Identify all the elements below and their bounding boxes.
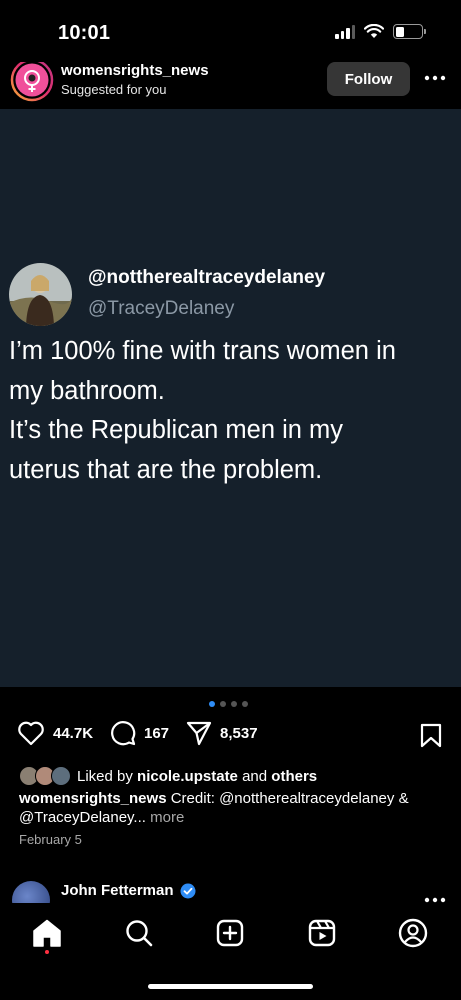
follow-button[interactable]: Follow [327,62,410,96]
search-icon [126,920,153,947]
battery-icon [393,24,426,39]
comment-icon [111,721,136,746]
avatar[interactable] [10,62,54,102]
status-bar: 10:01 [0,0,461,68]
like-button[interactable]: 44.7K [17,720,93,746]
liked-avatars [19,766,73,786]
status-icons [335,24,426,39]
tweet-handle: @TraceyDelaney [88,298,235,319]
carousel-dot [231,701,237,707]
comment-count: 167 [144,724,170,742]
nav-create[interactable] [214,917,246,949]
nav-search[interactable] [123,917,155,949]
status-time: 10:01 [58,22,111,44]
comment-button[interactable]: 167 [110,720,169,746]
caption-username[interactable]: womensrights_news [19,790,167,807]
liked-and: and [242,767,268,785]
next-post-header: John Fetterman [0,878,461,904]
next-post-username[interactable]: John Fetterman [61,882,174,899]
tweet-line: It’s the Republican men in my [9,416,344,444]
home-indicator [148,984,313,989]
post-header: womensrights_news Suggested for you Foll… [0,62,461,108]
liked-others[interactable]: others [271,768,317,785]
action-bar: 44.7K 167 8,537 [0,720,461,754]
nav-profile[interactable] [397,917,429,949]
verified-badge-icon [180,883,196,898]
tweet-line: I’m 100% fine with trans women in [9,337,396,365]
tweet-avatar [9,263,72,326]
avatar[interactable] [12,881,50,904]
tweet-text: I’m 100% fine with trans women in my bat… [9,332,461,490]
suggested-label: Suggested for you [61,82,167,97]
tweet-line: uterus that are the problem. [9,455,323,484]
carousel-indicator [209,701,248,707]
like-count: 44.7K [53,724,94,742]
notification-dot [45,950,49,954]
create-icon [216,919,244,947]
post-media[interactable]: @nottherealtraceydelaney @TraceyDelaney … [0,109,461,687]
share-button[interactable]: 8,537 [186,720,258,746]
share-count: 8,537 [220,724,258,742]
cellular-signal-icon [335,24,355,39]
post-username[interactable]: womensrights_news [61,62,209,79]
tweet-display-name: @nottherealtraceydelaney [88,267,326,288]
carousel-dot [220,701,226,707]
send-icon [186,721,212,746]
tweet-line: my bathroom. [9,376,165,405]
more-horizontal-icon[interactable] [424,72,446,84]
liked-prefix: Liked by [77,767,133,785]
carousel-dot [209,701,215,707]
post-date: February 5 [19,832,82,847]
nav-home[interactable] [31,917,63,949]
wifi-icon [364,24,384,38]
caption-more-link[interactable]: more [150,809,184,826]
nav-reels[interactable] [306,917,338,949]
reels-icon [308,919,336,947]
liked-user[interactable]: nicole.upstate [137,768,238,785]
profile-icon [398,918,428,948]
next-post-username-row[interactable]: John Fetterman [61,882,196,899]
heart-icon [18,721,44,746]
bookmark-icon[interactable] [420,723,442,748]
caption: womensrights_news Credit: @nottherealtra… [19,789,449,827]
home-icon [33,919,61,947]
carousel-dot [242,701,248,707]
liked-by[interactable]: Liked by nicole.upstate and others [19,766,317,786]
